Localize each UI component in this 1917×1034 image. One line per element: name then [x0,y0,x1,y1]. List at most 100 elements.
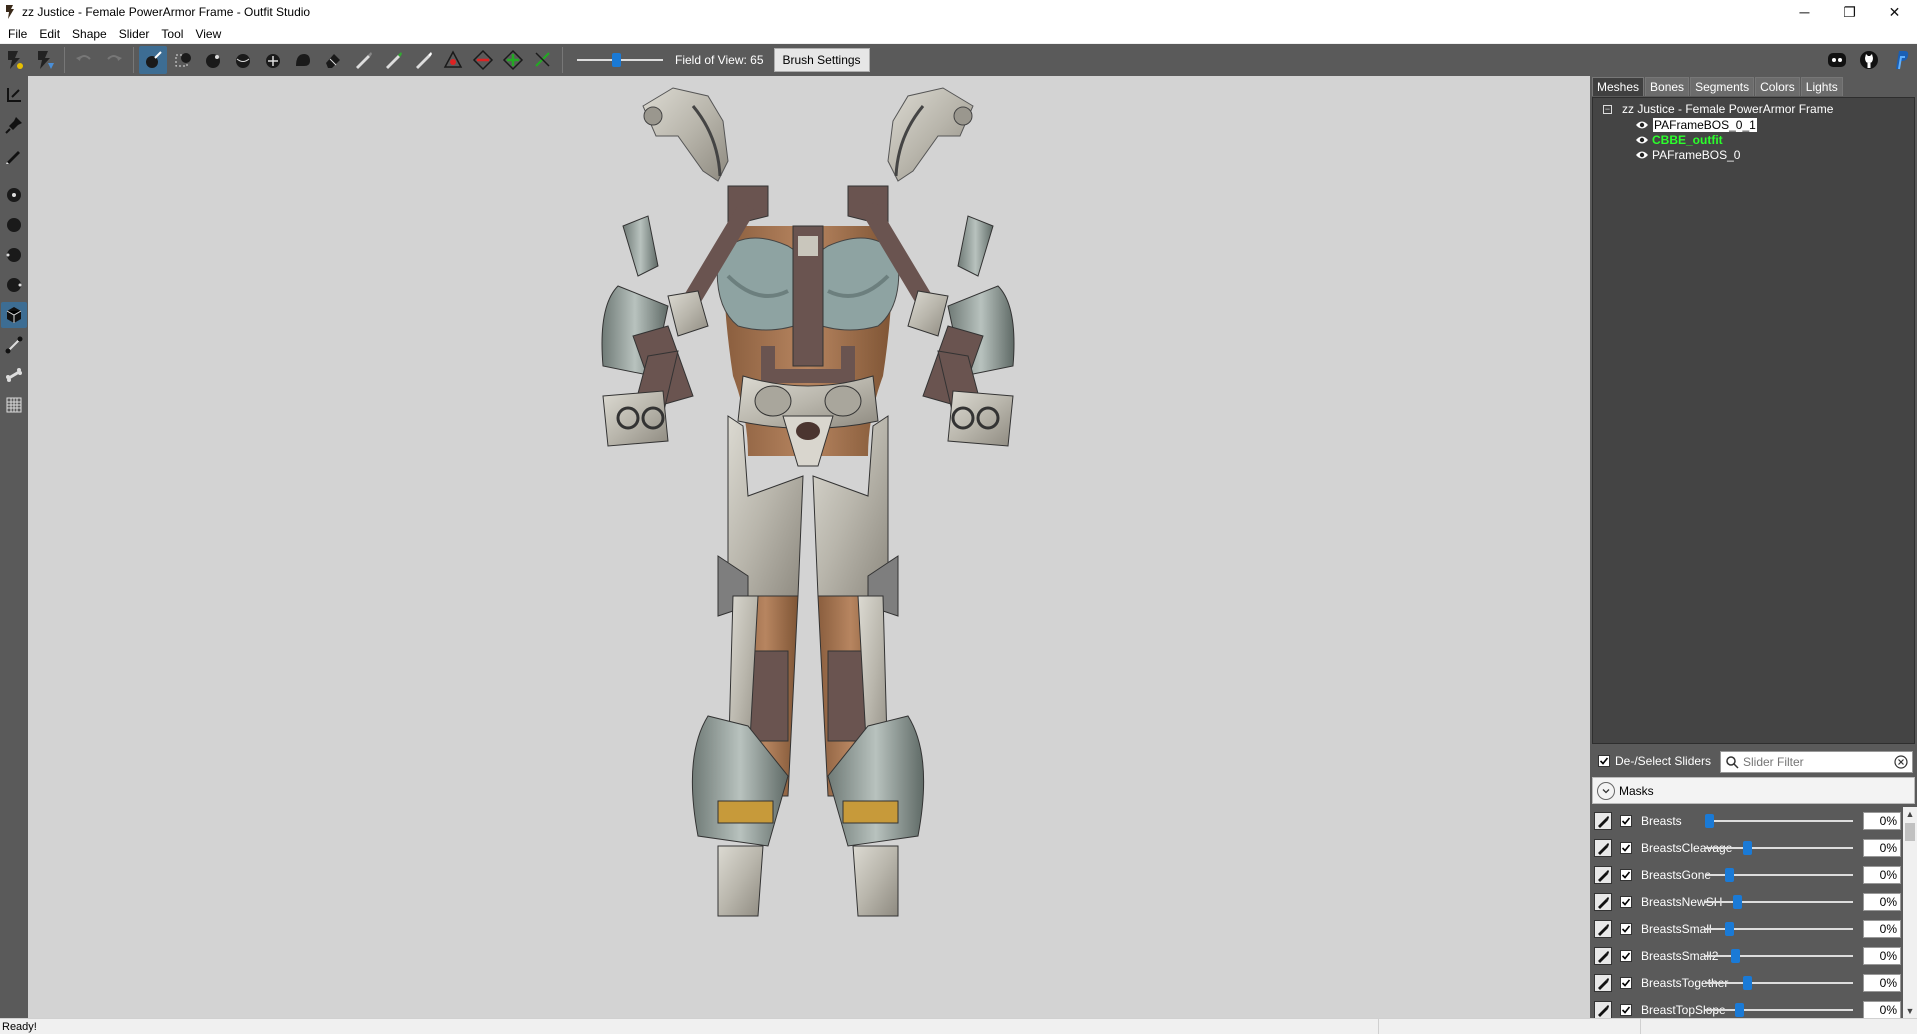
expand-masks-icon[interactable] [1597,781,1615,800]
github-button[interactable] [1854,46,1884,74]
slider-thumb[interactable] [1743,975,1752,990]
edit-slider-pen-icon[interactable] [1594,811,1612,830]
slider-track[interactable] [1705,1000,1853,1019]
collapse-toggle[interactable]: − [1603,104,1612,114]
collapse-vertex-button[interactable] [439,46,467,74]
slider-value[interactable]: 0% [1863,973,1901,992]
tab-bones[interactable]: Bones [1645,77,1690,96]
mask-brush-button[interactable] [199,46,227,74]
mesh-item[interactable]: PAFrameBOS_0 [1635,146,1740,163]
slider-thumb[interactable] [612,53,621,67]
brush-size-1-button[interactable] [1,182,27,208]
clear-filter-icon[interactable] [1894,755,1908,769]
scroll-down-arrow-icon[interactable]: ▼ [1903,1004,1917,1018]
deflate-brush-button[interactable] [229,46,257,74]
slider-track[interactable] [1705,946,1853,966]
slider-enable-checkbox[interactable] [1620,976,1632,989]
edit-slider-pen-icon[interactable] [1594,919,1612,938]
edit-slider-pen-icon[interactable] [1594,973,1612,992]
move-brush-button[interactable] [259,46,287,74]
brush-settings-button[interactable]: Brush Settings [773,48,870,72]
slider-thumb[interactable] [1725,921,1734,936]
slider-enable-checkbox[interactable] [1620,949,1632,962]
tab-segments[interactable]: Segments [1690,77,1755,96]
edit-slider-pen-icon[interactable] [1594,865,1612,884]
slider-filter[interactable] [1720,751,1913,773]
smooth-brush-button[interactable] [289,46,317,74]
transform-brush-button[interactable] [169,46,197,74]
minimize-button[interactable]: ─ [1782,0,1827,24]
slider-value[interactable]: 0% [1863,811,1901,830]
close-button[interactable]: ✕ [1872,0,1917,24]
field-of-view-slider[interactable] [577,50,663,70]
new-project-button[interactable] [1,46,29,74]
slider-enable-checkbox[interactable] [1620,1003,1632,1016]
slider-thumb[interactable] [1735,1002,1744,1017]
slider-value[interactable]: 0% [1863,838,1901,857]
slider-track[interactable] [1705,838,1853,858]
slider-thumb[interactable] [1743,840,1752,855]
brush-size-2-button[interactable] [1,212,27,238]
edge-tool-button[interactable] [1,332,27,358]
menu-view[interactable]: View [191,27,229,41]
grid-tool-button[interactable] [1,392,27,418]
slider-thumb[interactable] [1733,894,1742,909]
slider-enable-checkbox[interactable] [1620,895,1632,908]
slider-enable-checkbox[interactable] [1620,868,1632,881]
slider-enable-checkbox[interactable] [1620,841,1632,854]
menu-edit[interactable]: Edit [35,27,68,41]
slider-value[interactable]: 0% [1863,919,1901,938]
3d-viewport[interactable] [28,76,1590,1018]
slider-enable-checkbox[interactable] [1620,814,1632,827]
slider-thumb[interactable] [1731,948,1740,963]
visibility-eye-icon[interactable] [1635,120,1649,130]
masks-header[interactable]: Masks [1592,777,1915,804]
tab-colors[interactable]: Colors [1755,77,1800,96]
slider-scrollbar[interactable]: ▲ ▼ [1903,807,1917,1018]
pin-tool-button[interactable] [1,112,27,138]
alpha-brush-button[interactable] [409,46,437,74]
edit-slider-pen-icon[interactable] [1594,838,1612,857]
select-tool-button[interactable] [1,82,27,108]
slider-track[interactable] [1705,973,1853,993]
weight-brush-button[interactable] [349,46,377,74]
slider-value[interactable]: 0% [1863,892,1901,911]
slider-filter-input[interactable] [1743,755,1894,769]
pen-tool-button[interactable] [1,142,27,168]
paypal-button[interactable] [1886,46,1916,74]
menu-file[interactable]: File [4,27,35,41]
slider-thumb[interactable] [1725,867,1734,882]
open-project-button[interactable] [31,46,59,74]
slider-enable-checkbox[interactable] [1620,922,1632,935]
visibility-eye-icon[interactable] [1635,150,1649,160]
slider-value[interactable]: 0% [1863,865,1901,884]
tab-lights[interactable]: Lights [1800,77,1843,96]
slider-thumb[interactable] [1705,813,1714,828]
deselect-sliders-checkbox[interactable] [1598,755,1610,767]
discord-button[interactable] [1822,46,1852,74]
scroll-thumb[interactable] [1905,823,1915,841]
select-brush-button[interactable] [139,46,167,74]
scroll-up-arrow-icon[interactable]: ▲ [1903,807,1917,821]
cube-tool-button[interactable] [1,302,27,328]
restore-button[interactable]: ❐ [1827,0,1872,24]
edit-slider-pen-icon[interactable] [1594,1000,1612,1018]
tree-root[interactable]: − zz Justice - Female PowerArmor Frame [1603,102,1833,116]
edit-slider-pen-icon[interactable] [1594,892,1612,911]
erase-brush-button[interactable] [319,46,347,74]
redo-button[interactable] [100,46,128,74]
slider-value[interactable]: 0% [1863,946,1901,965]
brush-size-4-button[interactable] [1,272,27,298]
move-vertex-button[interactable] [529,46,557,74]
slider-value[interactable]: 0% [1863,1000,1901,1018]
menu-slider[interactable]: Slider [115,27,158,41]
flip-edge-button[interactable] [469,46,497,74]
slider-track[interactable] [1705,919,1853,939]
bone-tool-button[interactable] [1,362,27,388]
menu-tool[interactable]: Tool [157,27,191,41]
menu-shape[interactable]: Shape [68,27,115,41]
undo-button[interactable] [70,46,98,74]
brush-size-3-button[interactable] [1,242,27,268]
tab-meshes[interactable]: Meshes [1592,77,1645,96]
slider-track[interactable] [1705,811,1853,831]
